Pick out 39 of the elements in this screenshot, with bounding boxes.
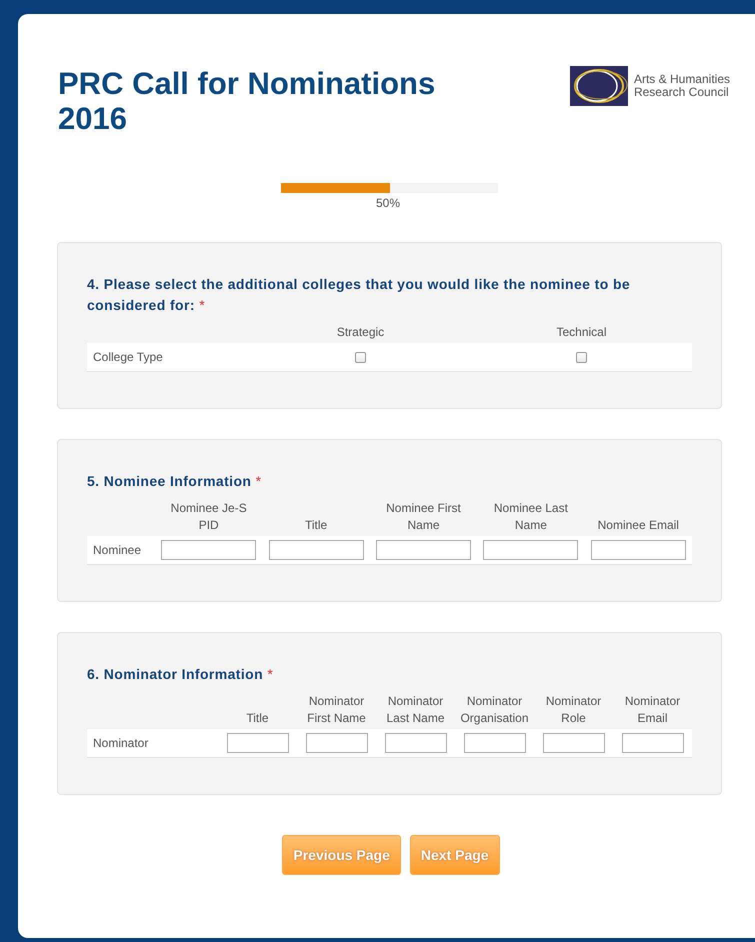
column-header: Nominee Je-S PID: [170, 500, 248, 534]
row-label: Nominee: [87, 536, 155, 565]
input-field[interactable]: [226, 733, 288, 753]
column-header: Nominator Last Name: [385, 693, 446, 727]
question-heading: 6. Nominator Information *: [87, 665, 274, 684]
row-label: Nominator: [87, 729, 218, 758]
column-header: Nominee Last Name: [492, 500, 569, 534]
next-page-button[interactable]: Next Page: [410, 835, 500, 875]
checkbox[interactable]: [576, 352, 587, 362]
column-header: Nominee Email: [596, 517, 680, 534]
column-header: Title: [245, 710, 270, 727]
logo-text: Research Council: [634, 86, 730, 99]
input-field[interactable]: [384, 733, 446, 753]
column-header: Nominee First Name: [385, 500, 462, 534]
progress-label: 50%: [376, 196, 400, 210]
column-header: Nominator Organisation: [459, 693, 530, 727]
input-field[interactable]: [268, 540, 364, 560]
input-field[interactable]: [542, 733, 604, 753]
logo-text: Arts & Humanities: [634, 73, 730, 86]
row-label: College Type: [87, 343, 250, 372]
input-field[interactable]: [161, 540, 256, 560]
column-header: Strategic: [336, 324, 386, 341]
column-header: Nominator Email: [624, 693, 682, 727]
input-field[interactable]: [306, 733, 368, 753]
previous-page-button[interactable]: Previous Page: [282, 835, 401, 875]
input-field[interactable]: [590, 540, 686, 560]
input-field[interactable]: [464, 733, 526, 753]
input-field[interactable]: [483, 540, 578, 560]
question-heading: 4. Please select the additional colleges that you would like the nominee to be considered for: *: [87, 275, 632, 315]
question-heading: 5. Nominee Information *: [87, 472, 263, 491]
input-field[interactable]: [376, 540, 471, 560]
column-header: Title: [304, 517, 328, 534]
column-header: Technical: [555, 324, 608, 341]
column-header: Nominator First Name: [306, 693, 367, 727]
input-field[interactable]: [622, 733, 684, 753]
column-header: Nominator Role: [544, 693, 602, 727]
logo-icon: [570, 66, 628, 106]
checkbox[interactable]: [355, 352, 366, 362]
page-title: PRC Call for Nominations 2016: [58, 66, 436, 136]
